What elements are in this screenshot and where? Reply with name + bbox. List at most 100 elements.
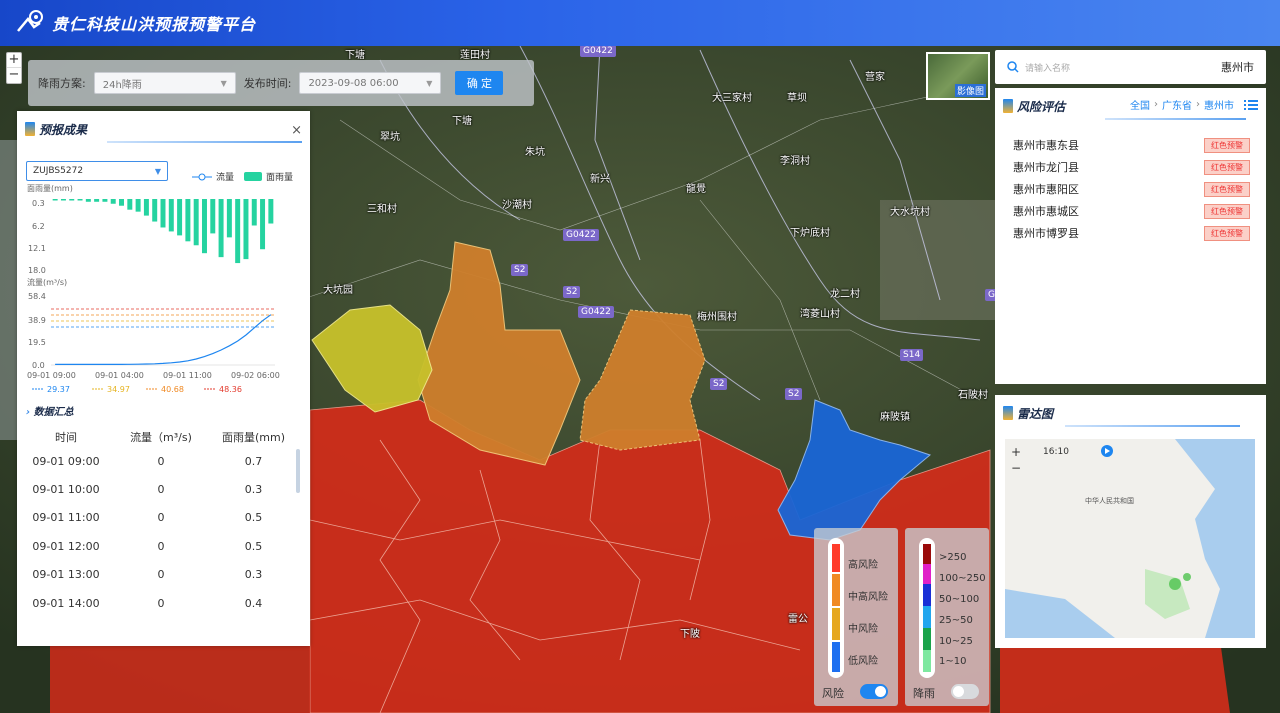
breadcrumb: 全国 › 广东省 › 惠州市 — [1130, 97, 1258, 112]
chevron-down-icon: ▼ — [220, 78, 227, 88]
search-input[interactable]: 请输入名称 — [1025, 61, 1070, 74]
flow-cell: 0 — [157, 596, 165, 610]
station-select[interactable]: ZUJBS5272 ▼ — [26, 161, 168, 181]
threshold-value: 48.36 — [219, 385, 242, 394]
time-cell: 09-01 14:00 — [32, 596, 100, 610]
highway-shield: G0422 — [578, 306, 614, 318]
rain-bar — [226, 199, 232, 238]
table-scrollbar[interactable] — [296, 449, 300, 493]
x-tick: 09-01 04:00 — [95, 371, 144, 380]
rain-toggle[interactable] — [951, 684, 979, 699]
play-icon[interactable] — [1101, 445, 1113, 457]
legend-label: 10~25 — [939, 636, 973, 647]
rain-bar — [243, 199, 249, 260]
rain-cell: 0.3 — [244, 568, 263, 582]
map-label: 营家 — [865, 72, 885, 83]
highway-shield: S2 — [785, 388, 803, 400]
highway-shield: S2 — [710, 378, 728, 390]
column-header: 流量（m³/s) — [130, 431, 192, 444]
map-label: 下陂 — [680, 629, 700, 640]
rain-bar — [152, 199, 158, 222]
map-label: 翠坑 — [380, 132, 400, 143]
column-header: 时间 — [55, 431, 77, 444]
legend-label: 25~50 — [939, 615, 973, 626]
table-header: 时间 流量（m³/s) 面雨量(mm) — [26, 427, 291, 447]
region-name: 惠州市惠阳区 — [1013, 183, 1079, 196]
breadcrumb-item[interactable]: 全国 — [1130, 97, 1150, 112]
flow-line — [55, 314, 272, 365]
risk-color-bar — [828, 538, 844, 678]
chevron-down-icon: ▼ — [154, 166, 161, 176]
chevron-down-icon: ▼ — [426, 78, 433, 88]
flow-cell: 0 — [157, 483, 165, 497]
panel-title: 预报成果 — [39, 122, 88, 137]
flow-tick: 0.0 — [32, 361, 45, 370]
map-label: 湾菱山村 — [800, 309, 840, 320]
rain-bars — [52, 199, 274, 264]
rain-cell: 0.5 — [244, 539, 263, 553]
rain-bar — [235, 199, 241, 264]
column-header: 面雨量(mm) — [221, 431, 285, 444]
rain-bar — [127, 199, 133, 210]
scheme-select[interactable]: 24h降雨 ▼ — [93, 72, 236, 94]
legend-label: 高风险 — [848, 560, 878, 571]
list-item[interactable]: 惠州市博罗县 红色预警 — [995, 222, 1266, 244]
logo-icon — [17, 10, 43, 32]
rain-cell: 0.5 — [244, 511, 263, 525]
close-icon[interactable]: × — [291, 123, 302, 138]
rain-cell: 0.4 — [244, 596, 263, 610]
search-box[interactable]: 请输入名称 惠州市 — [995, 50, 1266, 84]
zoom-in-button[interactable]: + — [7, 53, 21, 68]
rain-bar — [77, 199, 83, 201]
map-label: 麻陂镇 — [880, 412, 910, 423]
list-icon[interactable] — [1244, 99, 1258, 111]
map-label: 雷公 — [788, 614, 808, 625]
toggle-label: 风险 — [822, 687, 844, 700]
region-name: 惠州市 — [1221, 61, 1254, 74]
map-label: 草坝 — [787, 93, 807, 104]
panel-header: 雷达图 — [995, 395, 1266, 431]
highway-shield: S2 — [563, 286, 581, 298]
legend-label: 中风险 — [848, 624, 878, 635]
list-item[interactable]: 惠州市惠东县 红色预警 — [995, 134, 1266, 156]
radar-zoom-out[interactable]: − — [1011, 461, 1021, 475]
rain-bar — [251, 199, 257, 226]
list-item[interactable]: 惠州市龙门县 红色预警 — [995, 156, 1266, 178]
rain-bar — [193, 199, 199, 246]
risk-legend: 高风险 中高风险 中风险 低风险 风险 — [814, 528, 898, 706]
map-label: 下塘 — [452, 116, 472, 127]
legend-label: 100~250 — [939, 573, 986, 584]
confirm-button[interactable]: 确 定 — [455, 71, 504, 95]
table-row: 09-01 13:00 0 0.3 — [26, 561, 291, 589]
status-badge: 红色预警 — [1204, 159, 1250, 175]
panel-title: 风险评估 — [1017, 99, 1066, 114]
title-underline — [1105, 118, 1246, 120]
risk-assessment-panel: 风险评估 全国 › 广东省 › 惠州市 惠州市惠东县 红色预警 惠州市龙门县 红色预… — [995, 88, 1266, 384]
list-item[interactable]: 惠州市惠阳区 红色预警 — [995, 178, 1266, 200]
rain-bar — [260, 199, 266, 250]
legend-label: 低风险 — [848, 656, 878, 667]
radar-map[interactable]: + − 16:10 中华人民共和国 — [1005, 439, 1255, 638]
breadcrumb-item[interactable]: 广东省 — [1162, 97, 1192, 112]
map-label: 莲田村 — [460, 50, 490, 61]
legend-label: >250 — [939, 552, 967, 563]
risk-toggle[interactable] — [860, 684, 888, 699]
radar-zoom-in[interactable]: + — [1011, 445, 1021, 459]
time-cell: 09-01 10:00 — [32, 483, 100, 497]
map-label: 梅州围村 — [697, 312, 737, 323]
rain-bar — [201, 199, 207, 254]
panel-title-icon — [25, 122, 35, 136]
scheme-label: 降雨方案: — [38, 77, 86, 90]
map-label: 大水坑村 — [890, 207, 930, 218]
flow-legend-icon — [192, 173, 212, 180]
summary-title-text: 数据汇总 — [33, 407, 74, 418]
rain-tick: 12.1 — [28, 244, 46, 253]
legend-label: 1~10 — [939, 656, 967, 667]
flow-tick: 19.5 — [28, 338, 46, 347]
time-select[interactable]: 2023-09-08 06:00 ▼ — [299, 72, 442, 94]
list-item[interactable]: 惠州市惠城区 红色预警 — [995, 200, 1266, 222]
rain-cell: 0.3 — [244, 483, 263, 497]
basemap-thumbnail[interactable]: 影像图 — [926, 52, 990, 100]
zoom-out-button[interactable]: − — [7, 68, 21, 83]
panel-title: 雷达图 — [1017, 406, 1054, 421]
